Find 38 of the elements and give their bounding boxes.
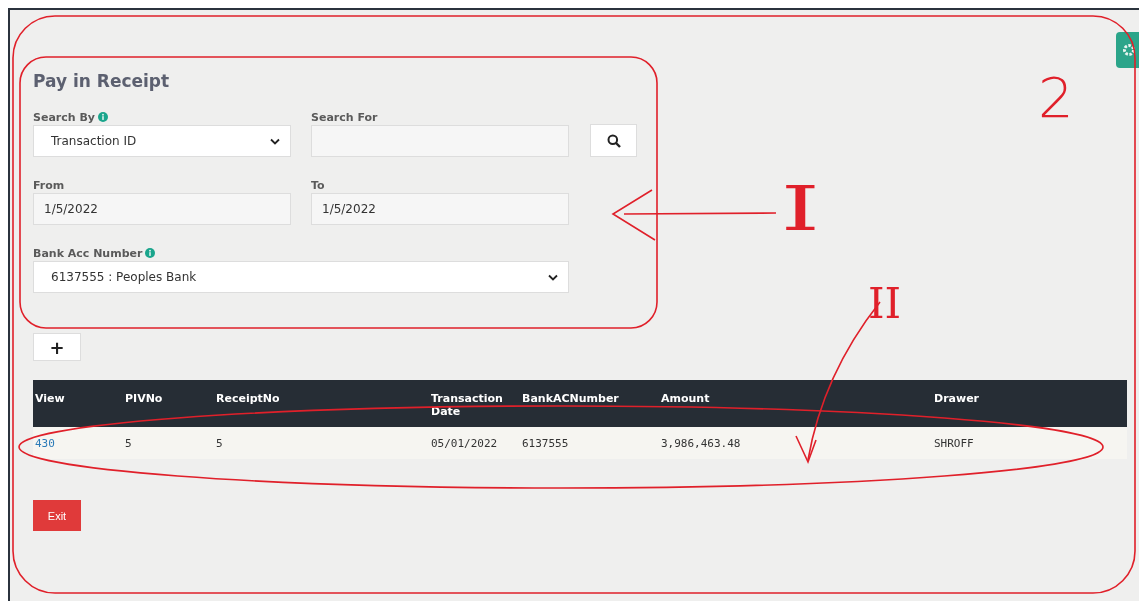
column-header: PIVNo — [123, 380, 214, 427]
annotation-label: 2 — [1038, 70, 1074, 126]
column-header: Drawer — [932, 380, 1127, 427]
settings-tab[interactable] — [1116, 32, 1139, 68]
table-cell: 05/01/2022 — [431, 436, 498, 450]
search-for-field[interactable] — [311, 125, 569, 157]
column-header: ReceiptNo — [214, 380, 429, 427]
page-title: Pay in Receipt — [33, 70, 170, 93]
add-button[interactable]: + — [33, 333, 81, 361]
search-icon — [606, 133, 621, 148]
field-label: Bank Acc Number — [33, 246, 143, 260]
bank-account-dropdown[interactable]: 6137555 : Peoples Bank — [33, 261, 569, 293]
table-cell: 6137555 — [522, 436, 569, 450]
annotation-label: II — [868, 283, 902, 325]
view-link[interactable]: 430 — [35, 436, 55, 450]
column-header: Amount — [659, 380, 932, 427]
search-by-dropdown[interactable]: Transaction ID — [33, 125, 291, 157]
info-icon — [97, 112, 108, 122]
table-cell: 3,986,463.48 — [661, 436, 741, 450]
search-button[interactable] — [590, 124, 637, 157]
annotation-label: I — [780, 178, 820, 240]
table-cell: 5 — [216, 436, 223, 450]
column-header: View — [33, 380, 123, 427]
field-label: Search For — [311, 110, 378, 124]
info-icon — [145, 248, 156, 258]
field-label: From — [33, 178, 65, 192]
field-label: To — [311, 178, 325, 192]
table-cell: 5 — [125, 436, 132, 450]
column-header: Transaction Date — [429, 380, 520, 427]
exit-button[interactable]: Exit — [33, 500, 81, 531]
gear-icon — [1121, 42, 1137, 58]
chevron-down-icon — [270, 137, 280, 145]
chevron-down-icon — [548, 273, 558, 281]
to-date-field[interactable]: 1/5/2022 — [311, 193, 569, 225]
field-label: Search By — [33, 110, 95, 124]
column-header: BankACNumber — [520, 380, 659, 427]
table-cell: SHROFF — [934, 436, 974, 450]
from-date-field[interactable]: 1/5/2022 — [33, 193, 291, 225]
